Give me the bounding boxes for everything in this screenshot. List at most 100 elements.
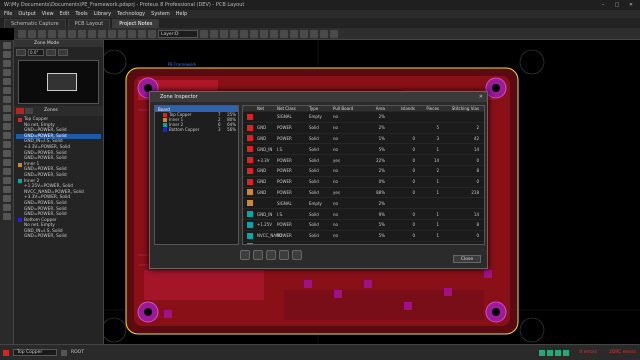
mirror-icon[interactable] bbox=[46, 49, 56, 56]
zone-node[interactable]: GND=POWER, Solid bbox=[16, 234, 101, 240]
box-graphic-icon[interactable] bbox=[3, 150, 11, 157]
current-layer-select[interactable]: Top Copper bbox=[13, 349, 57, 356]
tool-icon[interactable] bbox=[310, 29, 318, 38]
ratsnest-mode-icon[interactable] bbox=[3, 96, 11, 103]
tool-icon[interactable] bbox=[230, 29, 238, 38]
zoom-in-icon[interactable] bbox=[88, 29, 96, 38]
menu-item-file[interactable]: File bbox=[4, 11, 12, 17]
smt-pad-icon[interactable] bbox=[3, 132, 11, 139]
tool-icon[interactable] bbox=[330, 29, 338, 38]
layers-tab-icon[interactable] bbox=[25, 108, 33, 114]
tab-project-notes[interactable]: Project Notes bbox=[112, 19, 160, 28]
column-header[interactable]: Islands bbox=[389, 106, 419, 111]
select-mode-icon[interactable] bbox=[3, 42, 11, 49]
column-header[interactable]: Pull Board bbox=[333, 106, 365, 111]
table-row[interactable]: GND POWER Solid no 2% 0 2 8 bbox=[243, 166, 484, 177]
circle-graphic-icon[interactable] bbox=[3, 159, 11, 166]
tool-icon[interactable] bbox=[260, 29, 268, 38]
error-count[interactable]: 0 errors bbox=[579, 350, 597, 355]
table-row[interactable]: +3.3V POWER Solid yes 22% 0 14 0 bbox=[243, 155, 484, 166]
zones-tab-icon[interactable] bbox=[16, 108, 24, 114]
tool-icon[interactable] bbox=[200, 29, 208, 38]
package-mode-icon[interactable] bbox=[3, 60, 11, 67]
dimension-icon[interactable] bbox=[3, 213, 11, 220]
menu-item-output[interactable]: Output bbox=[18, 11, 35, 17]
settings-icon[interactable] bbox=[292, 250, 302, 260]
menu-item-system[interactable]: System bbox=[151, 11, 170, 17]
table-row[interactable]: SIGNAL Empty no 2% bbox=[243, 112, 484, 123]
column-header[interactable]: Net bbox=[257, 106, 277, 111]
zone-mode-icon[interactable] bbox=[3, 87, 11, 94]
via-mode-icon[interactable] bbox=[3, 78, 11, 85]
menu-item-edit[interactable]: Edit bbox=[60, 11, 70, 17]
table-row[interactable]: GND POWER Solid no 0% 0 1 0 bbox=[243, 177, 484, 188]
menu-item-library[interactable]: Library bbox=[94, 11, 111, 17]
new-icon[interactable] bbox=[18, 29, 26, 38]
flip-icon[interactable] bbox=[58, 49, 68, 56]
tool-icon[interactable] bbox=[280, 29, 288, 38]
redo-icon[interactable] bbox=[68, 29, 76, 38]
tool-icon[interactable] bbox=[240, 29, 248, 38]
text-graphic-icon[interactable] bbox=[3, 186, 11, 193]
column-header[interactable]: Area bbox=[365, 106, 389, 111]
menu-item-view[interactable]: View bbox=[42, 11, 54, 17]
layer-list-item[interactable]: Bottom Copper 3 56% bbox=[155, 127, 238, 132]
folder-icon[interactable] bbox=[253, 250, 263, 260]
via-icon[interactable] bbox=[128, 29, 136, 38]
column-header[interactable]: Type bbox=[309, 106, 333, 111]
tool-icon[interactable] bbox=[210, 29, 218, 38]
route-icon[interactable] bbox=[118, 29, 126, 38]
tool-icon[interactable] bbox=[290, 29, 298, 38]
tool-icon[interactable] bbox=[270, 29, 278, 38]
minimize-button[interactable]: – bbox=[596, 0, 610, 10]
table-row[interactable]: GND_IN I.S. Solid no 9% 0 1 14 bbox=[243, 209, 484, 220]
path-graphic-icon[interactable] bbox=[3, 177, 11, 184]
stop-icon[interactable] bbox=[563, 349, 570, 356]
menu-item-help[interactable]: Help bbox=[176, 11, 187, 17]
table-row[interactable]: GND_IN I.S. Solid no 5% 0 1 14 bbox=[243, 144, 484, 156]
overview-preview[interactable] bbox=[18, 60, 99, 104]
grid-icon[interactable] bbox=[78, 29, 86, 38]
zone-edit-icon[interactable] bbox=[266, 250, 276, 260]
tool-icon[interactable] bbox=[220, 29, 228, 38]
component-mode-icon[interactable] bbox=[3, 51, 11, 58]
table-row[interactable]: +1.25V POWER Solid no 5% 0 1 8 bbox=[243, 220, 484, 231]
layer-select[interactable]: Layer:D bbox=[158, 29, 198, 38]
table-row[interactable]: NVCC_NAND POWER Solid no 5% 0 1 0 bbox=[243, 231, 484, 242]
track-mode-icon[interactable] bbox=[3, 69, 11, 76]
tab-schematic-capture[interactable]: Schematic Capture bbox=[4, 19, 66, 28]
symbol-icon[interactable] bbox=[3, 195, 11, 202]
board-3d-icon[interactable] bbox=[148, 29, 156, 38]
line-graphic-icon[interactable] bbox=[3, 141, 11, 148]
drc-status[interactable]: 2DRC errors bbox=[609, 350, 636, 355]
square-pad-icon[interactable] bbox=[3, 123, 11, 130]
menu-item-tools[interactable]: Tools bbox=[75, 11, 87, 17]
column-header[interactable]: Stitching Vias bbox=[443, 106, 483, 111]
table-row[interactable]: GND POWER Solid no 2% 5 2 bbox=[243, 123, 484, 134]
close-icon[interactable]: ✕ bbox=[479, 92, 483, 102]
arc-graphic-icon[interactable] bbox=[3, 168, 11, 175]
column-header[interactable]: Pieces bbox=[419, 106, 443, 111]
marker-icon[interactable] bbox=[3, 204, 11, 211]
round-pad-icon[interactable] bbox=[3, 114, 11, 121]
play-icon[interactable] bbox=[539, 349, 546, 356]
close-window-button[interactable]: ✕ bbox=[624, 0, 638, 10]
tool-icon[interactable] bbox=[320, 29, 328, 38]
open-icon[interactable] bbox=[28, 29, 36, 38]
close-button[interactable]: Close bbox=[453, 255, 481, 263]
pause-icon[interactable] bbox=[555, 349, 562, 356]
column-header[interactable]: Net Class bbox=[277, 106, 309, 111]
connectivity-mode-icon[interactable] bbox=[3, 105, 11, 112]
menu-item-technology[interactable]: Technology bbox=[117, 11, 145, 17]
undo-icon[interactable] bbox=[58, 29, 66, 38]
folder-icon[interactable] bbox=[240, 250, 250, 260]
angle-input[interactable]: 0.0° bbox=[28, 49, 44, 56]
table-row[interactable]: +3.3VPOWERSolidyes50%0114 bbox=[243, 242, 484, 244]
tab-pcb-layout[interactable]: PCB Layout bbox=[67, 19, 111, 28]
maximize-button[interactable]: □ bbox=[610, 0, 624, 10]
zoom-out-icon[interactable] bbox=[98, 29, 106, 38]
refresh-icon[interactable] bbox=[279, 250, 289, 260]
table-row[interactable]: SIGNAL Empty no 2% bbox=[243, 198, 484, 210]
rotate-icon[interactable] bbox=[16, 49, 26, 56]
tool-icon[interactable] bbox=[250, 29, 258, 38]
